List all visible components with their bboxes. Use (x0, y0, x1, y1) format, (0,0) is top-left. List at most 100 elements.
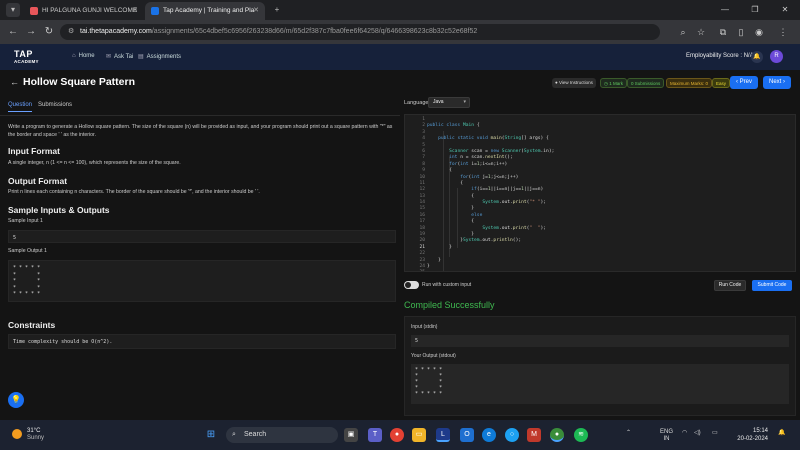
help-bulb-icon[interactable]: 💡 (8, 392, 24, 408)
line-number-gutter: 1234567891011121314151617181920212223242… (405, 117, 425, 271)
sun-icon[interactable] (12, 429, 22, 439)
view-instructions-button[interactable]: ● View Instructions (552, 78, 596, 88)
home-icon: ⌂ (72, 53, 76, 59)
maximize-icon[interactable]: ❐ (740, 0, 770, 20)
notification-icon[interactable]: 🔔 (751, 51, 763, 63)
app-l-icon[interactable]: L (436, 428, 450, 442)
edge-icon[interactable]: e (482, 428, 496, 442)
custom-input-label: Run with custom input (422, 282, 472, 288)
tab-question[interactable]: Question (8, 102, 33, 112)
chrome-active-icon[interactable]: ● (550, 428, 564, 442)
taskbar-search[interactable]: ⌕ Search (226, 427, 338, 443)
prev-button[interactable]: ‹ Prev (730, 76, 758, 89)
browser-tab-welcome[interactable]: HI PALGUNA GUNJI WELCOME ✕ (24, 2, 144, 20)
teams-icon[interactable]: T (368, 428, 382, 442)
difficulty-badge: Easy (712, 78, 731, 88)
weather-widget[interactable]: 31°C Sunny (27, 428, 44, 442)
temperature: 31°C (27, 428, 41, 434)
nav-label: Assignments (146, 54, 182, 60)
reload-icon[interactable]: ↻ (42, 25, 56, 39)
browser-tab-strip: ▾ HI PALGUNA GUNJI WELCOME ✕ Tap Academy… (0, 0, 800, 20)
next-button[interactable]: Next › (763, 76, 791, 89)
stdin-label: Input (stdin) (411, 324, 438, 330)
region-code: IN (663, 436, 670, 442)
file-explorer-icon[interactable]: ▭ (412, 428, 426, 442)
nav-ask-tai[interactable]: ✉ Ask Tai (106, 53, 133, 60)
nav-home[interactable]: ⌂ Home (72, 53, 95, 59)
chip-label: 0 Submissions (631, 81, 661, 86)
site-header: TAP ACADEMY ⌂ Home ✉ Ask Tai ▤ Assignments … (0, 44, 800, 70)
site-info-icon[interactable]: ⚙ (68, 24, 74, 40)
employability-score: Employability Score : N/A (686, 53, 754, 59)
constraints-box: Time complexity should be O(n^2). (8, 334, 396, 349)
volume-icon[interactable]: ◁) (694, 429, 701, 436)
tab-title: Tap Academy | Training and Pla (163, 7, 255, 14)
outlook-icon[interactable]: O (460, 428, 474, 442)
sample-input-label: Sample Input 1 (8, 218, 43, 224)
cortana-icon[interactable]: ○ (505, 428, 519, 442)
close-tab-icon[interactable]: ✕ (132, 2, 138, 20)
battery-icon[interactable]: ▭ (712, 429, 718, 436)
weather-text: Sunny (27, 435, 45, 441)
mcafee-icon[interactable]: M (527, 428, 541, 442)
new-tab-icon[interactable]: + (270, 3, 284, 17)
lang-code: ENG (660, 429, 674, 435)
tab-search-icon[interactable]: ▾ (6, 3, 20, 17)
browser-tab-tap-academy[interactable]: Tap Academy | Training and Pla ✕ (145, 2, 265, 20)
chat-icon: ✉ (106, 54, 112, 60)
avatar[interactable]: R (770, 50, 783, 63)
minimize-icon[interactable]: — (710, 0, 740, 20)
tap-academy-logo[interactable]: TAP ACADEMY (14, 50, 39, 66)
nav-assignments[interactable]: ▤ Assignments (138, 53, 181, 60)
code-lines: public class Main { public static void m… (427, 123, 555, 269)
forward-icon[interactable]: → (24, 25, 38, 39)
profile-icon[interactable]: ◉ (752, 25, 766, 39)
url-path: /assignments/65c4dbef5c6956f263238d66/m/… (151, 28, 478, 35)
line-number: 25 (405, 270, 425, 271)
nav-label: Ask Tai (114, 54, 134, 60)
search-icon: ⌕ (232, 431, 236, 438)
clock[interactable]: 15:14 20-02-2024 (732, 427, 768, 443)
search-icon[interactable]: ⌕ (676, 25, 690, 39)
toggle-knob (405, 282, 411, 288)
problem-statement: Write a program to generate a Hollow squ… (8, 124, 393, 138)
menu-icon[interactable]: ⋮ (776, 25, 790, 39)
custom-input-toggle[interactable] (404, 281, 419, 289)
language-label: Language (404, 100, 429, 106)
back-icon[interactable]: ← (6, 25, 20, 39)
compile-status: Compiled Successfully (404, 300, 495, 310)
sidepanel-icon[interactable]: ▯ (734, 25, 748, 39)
url-bar[interactable]: ⚙ tai.thetapacademy.com/assignments/65c4… (60, 24, 660, 40)
close-tab-icon[interactable]: ✕ (253, 2, 259, 20)
chrome-icon[interactable]: ● (390, 428, 404, 442)
code-editor[interactable]: 1234567891011121314151617181920212223242… (404, 114, 796, 272)
language-indicator[interactable]: ENG IN (660, 429, 673, 443)
page-title: Hollow Square Pattern (23, 76, 136, 88)
chip-label: Easy (716, 81, 727, 86)
clipboard-icon: ▤ (138, 54, 144, 60)
sample-output-label: Sample Output 1 (8, 248, 47, 254)
language-select[interactable]: Java ▾ (428, 97, 470, 108)
favicon-icon (30, 7, 38, 15)
tab-submissions[interactable]: Submissions (38, 102, 72, 108)
back-arrow-icon[interactable]: ← (10, 77, 19, 87)
extensions-icon[interactable]: ⧉ (716, 25, 730, 39)
submit-code-button[interactable]: Submit Code (752, 280, 792, 291)
bookmark-star-icon[interactable]: ☆ (694, 25, 708, 39)
task-view-icon[interactable]: ▣ (344, 428, 358, 442)
chip-label: Maximum Marks: 0 (670, 81, 709, 86)
samples-heading: Sample Inputs & Outputs (8, 205, 110, 215)
notifications-icon[interactable]: 🔔 (778, 429, 785, 436)
run-code-button[interactable]: Run Code (714, 280, 746, 291)
windows-start-icon[interactable]: ⊞ (204, 428, 218, 442)
chevron-down-icon: ▾ (463, 99, 466, 105)
prev-label: Prev (739, 79, 752, 85)
close-window-icon[interactable]: ✕ (770, 0, 800, 20)
logo-sub: ACADEMY (14, 59, 39, 64)
wifi-icon[interactable]: ◠ (682, 429, 687, 436)
spotify-icon[interactable]: ≋ (574, 428, 588, 442)
chevron-up-icon[interactable]: ⌃ (626, 429, 631, 436)
divider (0, 115, 400, 116)
favicon-icon (151, 7, 159, 15)
submissions-badge: 0 Submissions (627, 78, 665, 88)
